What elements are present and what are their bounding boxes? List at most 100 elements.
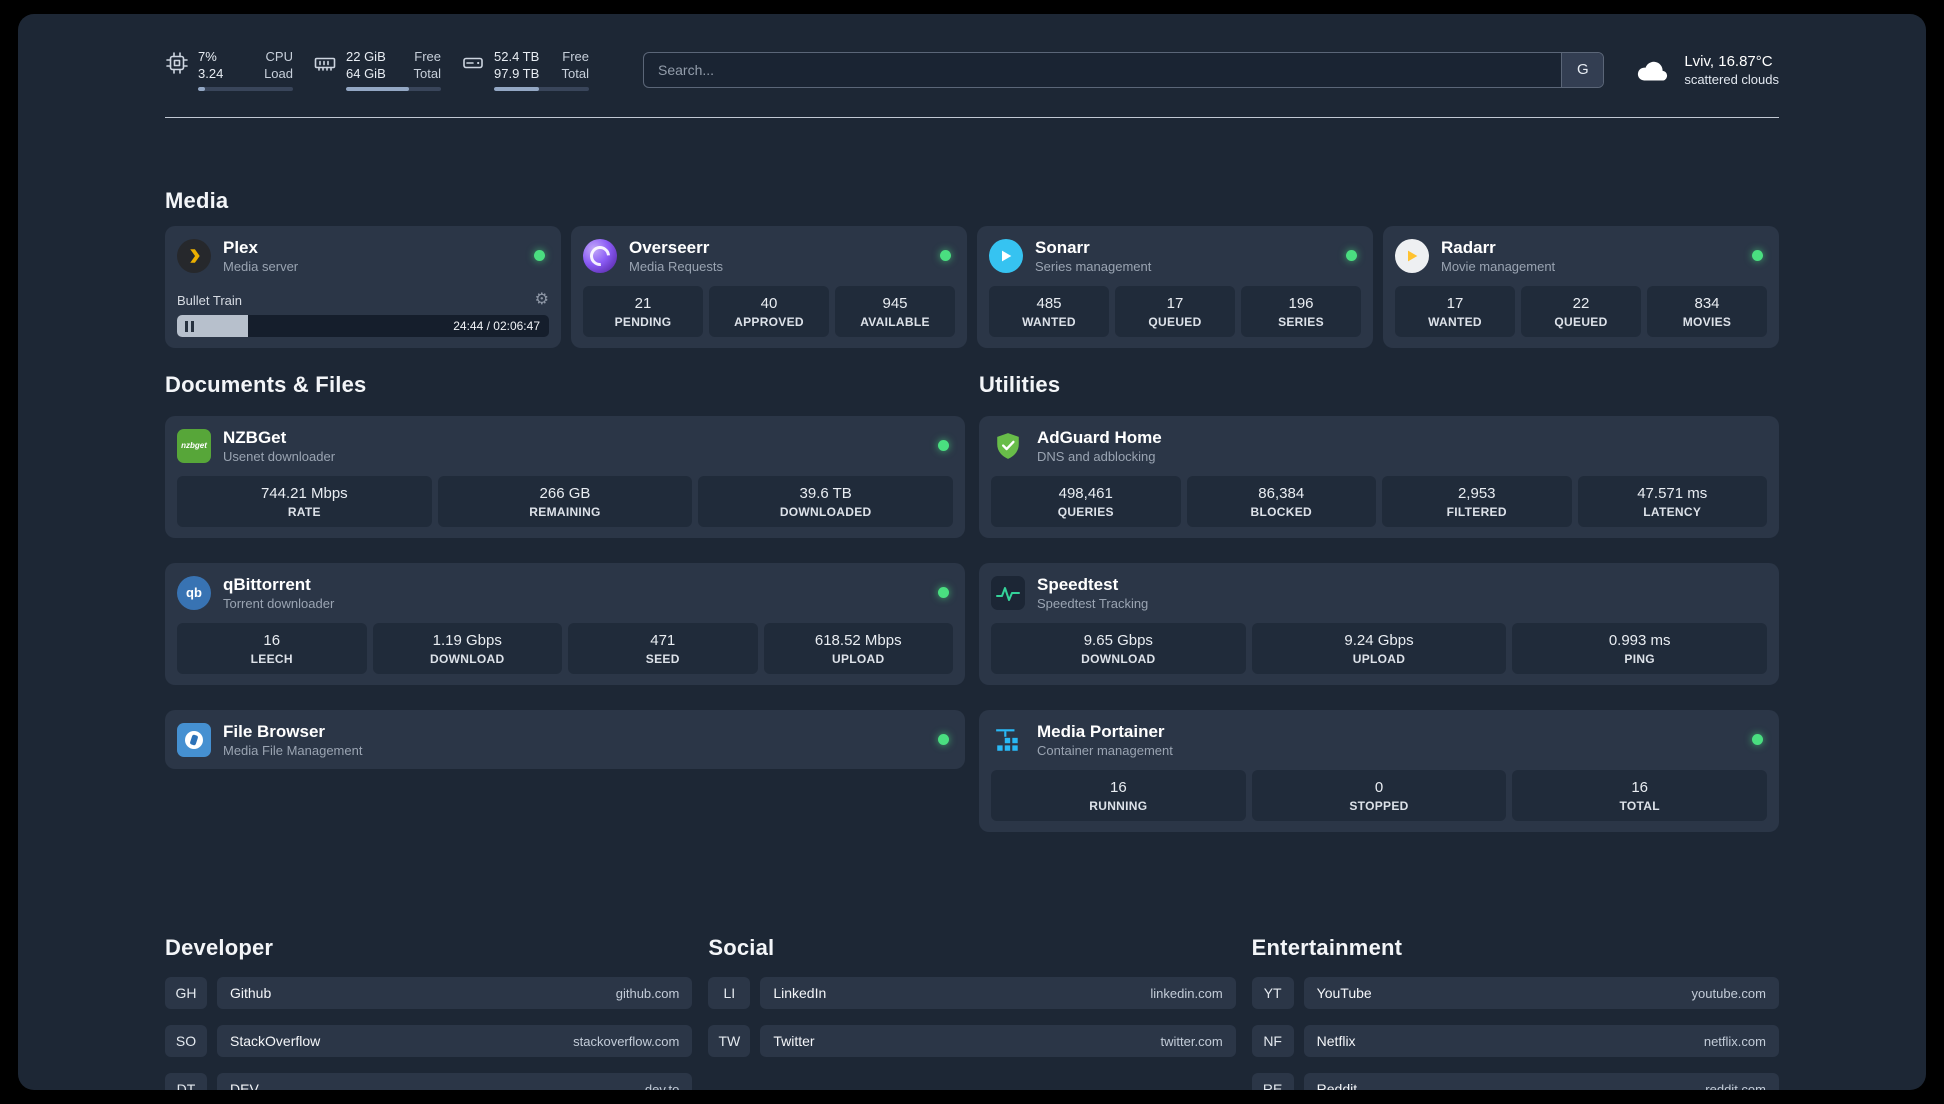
bookmark-netflix[interactable]: NF Netflix netflix.com bbox=[1251, 1025, 1779, 1057]
memory-total-label: Total bbox=[413, 66, 441, 81]
stat-value: 618.52 Mbps bbox=[814, 632, 902, 649]
stat-box: 16 TOTAL bbox=[1512, 770, 1767, 821]
service-card-overseerr[interactable]: Overseerr Media Requests 21 PENDING 40 APP… bbox=[571, 226, 967, 348]
pause-icon[interactable] bbox=[185, 320, 195, 332]
search-bar: G bbox=[643, 51, 1605, 88]
disk-icon bbox=[463, 57, 483, 69]
service-subtitle: DNS and adblocking bbox=[1037, 449, 1156, 464]
bookmark-domain: youtube.com bbox=[1691, 985, 1766, 1001]
stat-value: 86,384 bbox=[1258, 485, 1305, 502]
service-card-plex[interactable]: Plex Media server Bullet Train ⚙ 24:44 /… bbox=[165, 226, 561, 348]
service-card-filebrowser[interactable]: File Browser Media File Management bbox=[165, 710, 965, 769]
service-card-adguard[interactable]: AdGuard Home DNS and adblocking 498,461 Q… bbox=[979, 416, 1779, 538]
stat-box: 945 AVAILABLE bbox=[835, 286, 955, 337]
stat-label: TOTAL bbox=[1619, 799, 1660, 813]
cpu-usage-value: 7% bbox=[198, 49, 217, 64]
stat-value: 40 bbox=[760, 295, 778, 312]
stat-label: UPLOAD bbox=[832, 652, 885, 666]
service-subtitle: Movie management bbox=[1441, 259, 1556, 274]
bookmark-reddit[interactable]: RE Reddit reddit.com bbox=[1251, 1073, 1779, 1090]
stat-box: 39.6 TB DOWNLOADED bbox=[698, 476, 953, 527]
service-title: AdGuard Home bbox=[1037, 428, 1162, 447]
stat-value: 834 bbox=[1694, 295, 1720, 312]
bookmark-twitter[interactable]: TW Twitter twitter.com bbox=[708, 1025, 1236, 1057]
stat-box: 40 APPROVED bbox=[709, 286, 829, 337]
stat-box: 9.24 Gbps UPLOAD bbox=[1251, 623, 1507, 674]
qbittorrent-icon: qb bbox=[177, 575, 211, 610]
service-subtitle: Media File Management bbox=[223, 743, 363, 758]
service-card-sonarr[interactable]: Sonarr Series management 485 WANTED 17 QUE… bbox=[977, 226, 1373, 348]
playback-time: 24:44 / 02:06:47 bbox=[453, 319, 540, 333]
service-card-portainer[interactable]: Media Portainer Container management 16 R… bbox=[979, 710, 1779, 832]
disk-total-value: 97.9 TB bbox=[494, 66, 540, 81]
stat-value: 266 GB bbox=[539, 485, 591, 502]
documents-section-title: Documents & Files bbox=[165, 372, 367, 397]
developer-section-title: Developer bbox=[165, 935, 274, 960]
plex-now-playing-widget: Bullet Train ⚙ 24:44 / 02:06:47 bbox=[177, 282, 549, 337]
bookmark-stackoverflow[interactable]: SO StackOverflow stackoverflow.com bbox=[165, 1025, 693, 1057]
service-card-speedtest[interactable]: Speedtest Speedtest Tracking 9.65 Gbps DO… bbox=[979, 563, 1779, 685]
topbar-divider bbox=[165, 117, 1779, 118]
bookmark-domain: dev.to bbox=[644, 1081, 680, 1091]
stat-box: 471 SEED bbox=[568, 623, 758, 674]
bookmark-linkedin[interactable]: LI LinkedIn linkedin.com bbox=[708, 977, 1236, 1009]
stat-label: DOWNLOADED bbox=[779, 505, 872, 519]
online-status-dot bbox=[940, 250, 951, 261]
weather-condition: scattered clouds bbox=[1684, 72, 1779, 87]
radarr-icon bbox=[1395, 238, 1429, 273]
stat-label: QUEUED bbox=[1554, 315, 1608, 329]
service-card-qbittorrent[interactable]: qb qBittorrent Torrent downloader 16 LEEC… bbox=[165, 563, 965, 685]
stat-value: 16 bbox=[1631, 779, 1648, 796]
service-title: Radarr bbox=[1441, 238, 1496, 257]
stat-value: 1.19 Gbps bbox=[432, 632, 502, 649]
disk-widget: 52.4 TB 97.9 TB Free Total bbox=[461, 48, 589, 91]
plex-icon bbox=[177, 238, 211, 273]
search-provider-button[interactable]: G bbox=[1561, 52, 1604, 87]
playback-progress-bar[interactable]: 24:44 / 02:06:47 bbox=[177, 315, 549, 337]
service-subtitle: Media Requests bbox=[629, 259, 723, 274]
service-title: Plex bbox=[223, 238, 258, 257]
stat-value: 22 bbox=[1572, 295, 1590, 312]
section-developer: Developer GH Github github.com SO StackOv… bbox=[165, 935, 693, 1091]
service-card-nzbget[interactable]: nzbget NZBGet Usenet downloader 744.21 M… bbox=[165, 416, 965, 538]
stat-label: APPROVED bbox=[734, 315, 804, 329]
disk-usage-bar bbox=[494, 87, 589, 91]
stat-box: 618.52 Mbps UPLOAD bbox=[763, 623, 953, 674]
bookmark-github[interactable]: GH Github github.com bbox=[165, 977, 693, 1009]
cpu-usage-fill bbox=[198, 87, 205, 91]
service-card-radarr[interactable]: Radarr Movie management 17 WANTED 22 QUEUE… bbox=[1383, 226, 1779, 348]
weather-widget: Lviv, 16.87°C scattered clouds bbox=[1634, 52, 1779, 87]
disk-total-label: Total bbox=[561, 66, 589, 81]
online-status-dot bbox=[1752, 734, 1763, 745]
now-playing-title: Bullet Train bbox=[177, 292, 243, 308]
stat-value: 9.65 Gbps bbox=[1083, 632, 1153, 649]
stat-box: 485 WANTED bbox=[989, 286, 1109, 337]
bookmark-name: Reddit bbox=[1316, 1081, 1358, 1090]
bookmark-youtube[interactable]: YT YouTube youtube.com bbox=[1251, 977, 1779, 1009]
gear-icon[interactable]: ⚙ bbox=[535, 292, 549, 308]
stat-value: 9.24 Gbps bbox=[1344, 632, 1414, 649]
stat-label: RUNNING bbox=[1089, 799, 1148, 813]
stat-label: WANTED bbox=[1022, 315, 1076, 329]
online-status-dot bbox=[938, 587, 949, 598]
stat-value: 196 bbox=[1288, 295, 1314, 312]
stat-value: 471 bbox=[650, 632, 676, 649]
stat-value: 0 bbox=[1374, 779, 1384, 796]
bookmark-domain: linkedin.com bbox=[1150, 985, 1223, 1001]
nzbget-icon: nzbget bbox=[177, 428, 211, 463]
stat-box: 16 LEECH bbox=[177, 623, 367, 674]
stat-box: 744.21 Mbps RATE bbox=[177, 476, 432, 527]
cpu-label: CPU bbox=[265, 49, 293, 64]
service-subtitle: Usenet downloader bbox=[223, 449, 336, 464]
search-input[interactable] bbox=[644, 52, 1562, 87]
service-title: qBittorrent bbox=[223, 575, 311, 594]
bookmark-dev[interactable]: DT DEV dev.to bbox=[165, 1073, 693, 1091]
stat-box: 834 MOVIES bbox=[1647, 286, 1767, 337]
stat-box: 21 PENDING bbox=[583, 286, 703, 337]
stat-label: SERIES bbox=[1278, 315, 1324, 329]
stat-box: 196 SERIES bbox=[1241, 286, 1361, 337]
disk-free-label: Free bbox=[562, 49, 589, 64]
section-media: Media Plex Media server Bullet Train ⚙ 2… bbox=[165, 188, 1779, 348]
stat-label: QUERIES bbox=[1057, 505, 1114, 519]
bookmark-name: DEV bbox=[230, 1081, 259, 1090]
